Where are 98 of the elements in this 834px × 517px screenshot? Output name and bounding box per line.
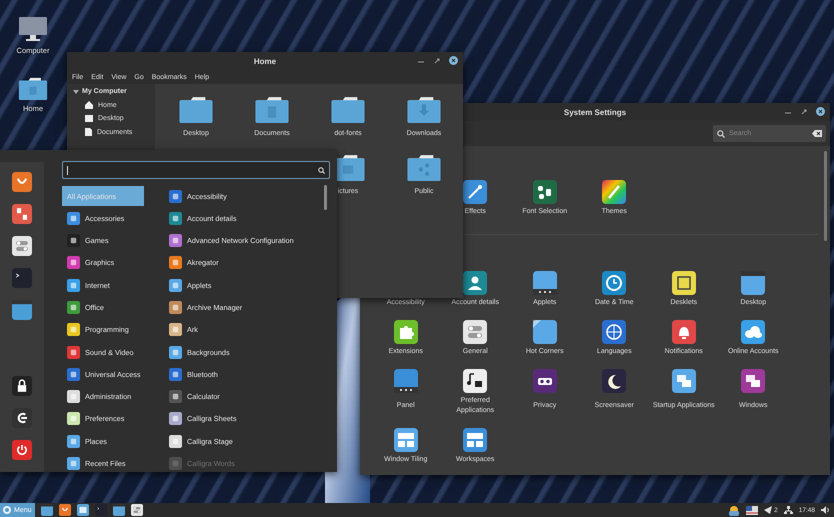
terminal-icon [12,268,32,288]
maximize-icon[interactable] [433,56,441,64]
scrollbar[interactable] [324,185,327,210]
launcher-button[interactable] [76,504,89,516]
close-icon[interactable] [449,56,458,65]
windows-icon [741,369,766,393]
app-icon [58,504,71,516]
volume-icon[interactable] [821,506,830,514]
network-icon[interactable] [784,506,793,514]
text-cursor [67,166,68,174]
toggle-icon [463,320,488,344]
scrollbar[interactable] [824,151,827,241]
window-title: Home [254,56,276,66]
maximize-icon[interactable] [800,108,808,116]
monitor-icon[interactable] [17,15,49,43]
folder-button[interactable] [12,300,32,320]
app-icon [169,390,182,404]
window-title: System Settings [564,108,626,116]
logo-icon [3,506,11,514]
window-icon [76,504,89,516]
lock-button[interactable] [12,376,32,396]
app-button[interactable] [12,204,32,224]
search-icon [318,166,325,174]
window-icon [741,271,766,295]
moon-icon [602,369,626,393]
globe-icon [602,320,626,344]
cloud-icon [741,320,766,344]
power-button[interactable] [12,440,32,460]
folder-icon [12,300,32,320]
tiles-icon [463,428,488,452]
app-icon [169,457,182,470]
folder-icon [18,75,48,101]
app-icon [169,434,182,448]
windows-icon [672,369,696,393]
launcher-button[interactable] [58,504,71,516]
app-icon [169,368,182,381]
category-icon [67,234,80,248]
category-icon [67,457,80,470]
puzzle-icon [394,320,418,344]
app-icon [12,172,32,192]
toggle-icon [130,504,143,516]
person-icon [463,271,488,295]
category-icon [67,323,80,336]
wand-icon [463,180,488,204]
app-icon [12,204,32,224]
category-icon [67,212,80,225]
panel-icon [532,271,557,295]
notification-icon[interactable] [764,506,772,514]
category-icon [67,256,80,270]
corner-icon [532,320,557,344]
document-icon [85,128,92,136]
note-icon [672,271,696,295]
expanded-triangle-icon[interactable] [73,88,79,94]
mask-icon [532,369,557,393]
toggle-button[interactable] [12,236,32,256]
bell-icon [672,320,696,344]
category-icon [67,412,80,426]
flag-icon[interactable] [746,506,758,514]
lock-icon [12,376,32,396]
weather-icon[interactable] [728,504,740,516]
category-icon [67,390,80,404]
category-icon [67,434,80,448]
clock-icon [602,271,626,295]
clear-icon[interactable] [812,130,822,137]
app-icon [169,256,182,270]
search-icon [717,130,725,138]
music-note-icon [463,369,488,393]
search-field[interactable] [62,161,330,179]
tiles-icon [394,428,418,452]
house-icon [85,101,93,109]
app-button[interactable] [12,172,32,192]
category-icon [67,368,80,381]
paintbrush-icon [602,180,626,204]
app-icon [169,323,182,336]
category-icon [67,346,80,359]
category-icon [67,278,80,292]
font-icon [532,180,557,204]
panel-icon [394,369,418,393]
logout-button[interactable] [12,408,32,428]
desktop-icon [85,115,93,122]
folder-icon [178,94,214,124]
toggle-icon [12,236,32,256]
app-icon [169,234,182,248]
app-icon [169,300,182,314]
category-icon [67,300,80,314]
power-icon [12,440,32,460]
app-icon [169,212,182,225]
close-icon[interactable] [816,107,825,116]
logout-icon [12,408,32,428]
folder-icon [254,94,290,124]
app-icon [169,412,182,426]
folder-icon [406,152,442,182]
launcher-button[interactable] [130,504,143,516]
folder-icon [406,94,442,124]
app-icon [169,278,182,292]
folder-icon [330,94,366,124]
app-icon [169,190,182,202]
app-icon [169,346,182,359]
